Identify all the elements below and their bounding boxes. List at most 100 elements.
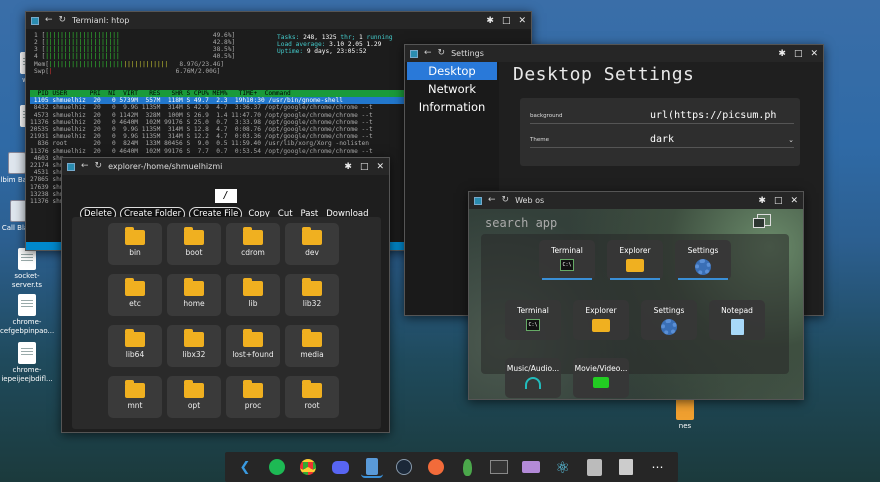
folder-item-mnt[interactable]: mnt (108, 376, 162, 418)
app-tile-notepad[interactable]: Notepad (709, 300, 765, 340)
close-icon[interactable]: ✕ (790, 196, 798, 206)
app-label: Settings (687, 246, 719, 255)
music-icon (525, 377, 541, 389)
dock-app-settings[interactable]: Settings (675, 240, 731, 280)
refresh-icon[interactable]: ↻ (438, 49, 446, 58)
settings-nav-network[interactable]: Network (407, 80, 497, 98)
folder-item-media[interactable]: media (285, 325, 339, 367)
folder-item-libx32[interactable]: libx32 (167, 325, 221, 367)
webos-title: Web os (515, 196, 545, 205)
htop-titlebar[interactable]: ← ↻ Termianl: htop ✱ □ ✕ (26, 12, 531, 29)
vscode-icon[interactable]: ❮ (234, 456, 256, 478)
app-tile-settings[interactable]: Settings (641, 300, 697, 340)
folder-item-root[interactable]: root (285, 376, 339, 418)
folder-item-opt[interactable]: opt (167, 376, 221, 418)
folder-label: lib64 (125, 350, 145, 359)
explorer-window[interactable]: ← ↻ explorer-/home/shmuelhizmi ✱ □ ✕ / D… (61, 157, 390, 433)
folder-item-lib32[interactable]: lib32 (285, 274, 339, 316)
theme-select[interactable]: dark (650, 134, 788, 145)
folder-item-lib64[interactable]: lib64 (108, 325, 162, 367)
close-icon[interactable]: ✕ (518, 16, 526, 26)
back-arrow-icon[interactable]: ← (424, 49, 432, 58)
maximize-icon[interactable]: □ (774, 196, 783, 206)
folder-item-proc[interactable]: proc (226, 376, 280, 418)
back-arrow-icon[interactable]: ← (488, 196, 496, 205)
pin-icon[interactable]: ✱ (344, 162, 352, 172)
folder-icon (243, 227, 263, 245)
close-icon[interactable]: ✕ (810, 49, 818, 59)
refresh-icon[interactable]: ↻ (95, 162, 103, 171)
windows-icon[interactable] (753, 214, 771, 228)
app-grid-icon[interactable]: ⋯ (647, 456, 669, 478)
folder-item-dev[interactable]: dev (285, 223, 339, 265)
folder-item-lib[interactable]: lib (226, 274, 280, 316)
postman-icon[interactable] (425, 456, 447, 478)
chrome-icon[interactable] (297, 456, 319, 478)
folder-item-cdrom[interactable]: cdrom (226, 223, 280, 265)
path-input[interactable]: / (214, 189, 237, 203)
archive-icon[interactable] (583, 456, 605, 478)
app-tile-terminal[interactable]: Terminal C:\ (505, 300, 561, 340)
folder-icon (626, 259, 644, 272)
folder-label: root (304, 401, 320, 410)
app-label: Explorer (619, 246, 651, 255)
close-icon[interactable]: ✕ (376, 162, 384, 172)
webos-window[interactable]: ← ↻ Web os ✱ □ ✕ search app Terminal C:\ E… (468, 191, 804, 400)
folder-icon (125, 329, 145, 347)
theme-label: Theme (530, 136, 549, 143)
back-arrow-icon[interactable]: ← (81, 162, 89, 171)
explorer-titlebar[interactable]: ← ↻ explorer-/home/shmuelhizmi ✱ □ ✕ (62, 158, 389, 175)
folder-icon (125, 380, 145, 398)
dock-app-explorer[interactable]: Explorer (607, 240, 663, 280)
background-input[interactable]: url(https://picsum.ph (650, 110, 794, 121)
folder-item-lost-found[interactable]: lost+found (226, 325, 280, 367)
folder-item-home[interactable]: home (167, 274, 221, 316)
back-arrow-icon[interactable]: ← (45, 16, 53, 25)
folder-icon (243, 329, 263, 347)
maximize-icon[interactable]: □ (360, 162, 369, 172)
app-tile-movievideo[interactable]: Movie/Video... (573, 358, 629, 398)
cpu-meter-4: 4 [|||||||||||||||||||| 40.5%] (34, 53, 236, 60)
files-icon[interactable] (361, 456, 384, 478)
refresh-icon[interactable]: ↻ (502, 196, 510, 205)
system-monitor-icon[interactable] (488, 456, 510, 478)
spotify-icon[interactable] (266, 456, 288, 478)
app-tile-explorer[interactable]: Explorer (573, 300, 629, 340)
chevron-down-icon[interactable]: ⌄ (788, 136, 794, 144)
settings-titlebar[interactable]: ← ↻ Settings ✱ □ ✕ (405, 45, 823, 62)
settings-nav-information[interactable]: Information (407, 98, 497, 116)
app-icon (67, 162, 75, 171)
folder-icon (184, 227, 204, 245)
steam-icon[interactable] (393, 456, 415, 478)
refresh-icon[interactable]: ↻ (59, 16, 67, 25)
maximize-icon[interactable]: □ (794, 49, 803, 59)
taskbar: ❮ ⚛ ⋯ (225, 452, 678, 482)
desktop-icon-chrome-cef[interactable]: chrome-cefgebpinpao... (0, 294, 54, 336)
folder-item-bin[interactable]: bin (108, 223, 162, 265)
folder-item-boot[interactable]: boot (167, 223, 221, 265)
desktop-icon-nes[interactable]: nes (658, 398, 712, 431)
discord-icon[interactable] (329, 456, 351, 478)
maximize-icon[interactable]: □ (502, 16, 511, 26)
app-search-input[interactable]: search app (485, 216, 557, 230)
folder-label: home (183, 299, 205, 308)
dock-app-terminal[interactable]: Terminal C:\ (539, 240, 595, 280)
emulator-icon[interactable] (520, 456, 542, 478)
folder-icon (592, 319, 610, 332)
gear-icon (695, 259, 711, 275)
pin-icon[interactable]: ✱ (758, 196, 766, 206)
webos-titlebar[interactable]: ← ↻ Web os ✱ □ ✕ (469, 192, 803, 209)
explorer-title: explorer-/home/shmuelhizmi (108, 162, 223, 171)
mongodb-icon[interactable] (456, 456, 478, 478)
folder-item-etc[interactable]: etc (108, 274, 162, 316)
video-icon (593, 377, 609, 388)
react-icon[interactable]: ⚛ (552, 456, 574, 478)
settings-nav-desktop[interactable]: Desktop (407, 62, 497, 80)
pin-icon[interactable]: ✱ (778, 49, 786, 59)
pin-icon[interactable]: ✱ (486, 16, 494, 26)
trash-icon[interactable] (615, 456, 637, 478)
application-icon (8, 152, 26, 174)
desktop-icon-chrome-iep[interactable]: chrome-iepeijeejbdifl... (0, 342, 54, 384)
desktop-icon-socket-server[interactable]: socket-server.ts (0, 248, 54, 290)
app-tile-musicaudio[interactable]: Music/Audio... (505, 358, 561, 398)
